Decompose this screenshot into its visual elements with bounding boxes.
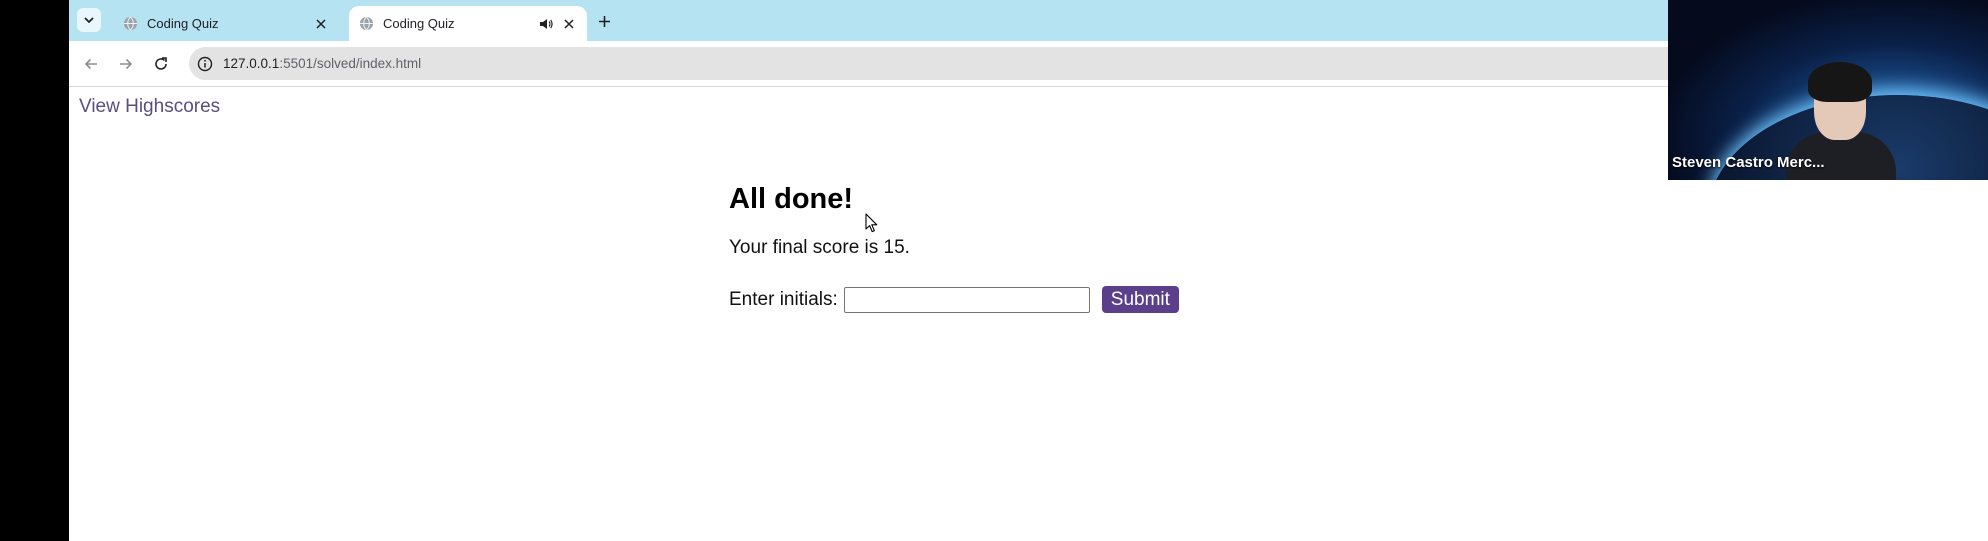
view-highscores-link[interactable]: View Highscores — [79, 96, 220, 118]
arrow-right-icon — [120, 58, 133, 70]
tab-search-button[interactable] — [77, 8, 101, 32]
close-icon[interactable] — [561, 16, 577, 32]
tab-title: Coding Quiz — [383, 16, 455, 31]
reload-button[interactable] — [149, 52, 173, 76]
speaker-icon[interactable] — [539, 17, 553, 31]
mouse-cursor-icon — [865, 213, 878, 233]
tab-coding-quiz-2[interactable]: Coding Quiz — [349, 6, 587, 41]
plus-icon — [598, 15, 610, 27]
globe-icon — [359, 16, 374, 31]
initials-label: Enter initials: — [729, 288, 838, 310]
initials-input[interactable] — [843, 286, 1090, 313]
address-bar[interactable]: 127.0.0.1:5501/solved/index.html — [189, 47, 1869, 80]
tab-coding-quiz-1[interactable]: Coding Quiz — [113, 6, 339, 41]
globe-icon — [123, 16, 138, 31]
participant-hair — [1808, 62, 1872, 102]
screen-left-margin — [0, 0, 69, 541]
tab-title: Coding Quiz — [147, 16, 219, 31]
reload-icon — [155, 57, 167, 70]
info-icon[interactable] — [197, 56, 213, 72]
results-section: All done! Your final score is 15. Enter … — [729, 183, 1179, 313]
chevron-down-icon — [84, 17, 94, 23]
participant-name: Steven Castro Merc... — [1672, 154, 1825, 171]
url-text: 127.0.0.1:5501/solved/index.html — [223, 56, 421, 71]
initials-form: Enter initials: Submit — [729, 286, 1179, 313]
url-host: 127.0.0.1 — [223, 56, 280, 71]
back-button[interactable] — [79, 52, 103, 76]
page-title: All done! — [729, 183, 854, 215]
url-path: :5501/solved/index.html — [279, 56, 422, 71]
forward-button[interactable] — [114, 52, 138, 76]
webcam-overlay: Steven Castro Merc... — [1668, 0, 1988, 180]
new-tab-button[interactable] — [593, 10, 615, 32]
arrow-left-icon — [84, 58, 97, 70]
submit-button[interactable]: Submit — [1101, 286, 1179, 313]
close-icon[interactable] — [313, 16, 329, 32]
final-score-text: Your final score is 15. — [729, 237, 910, 258]
